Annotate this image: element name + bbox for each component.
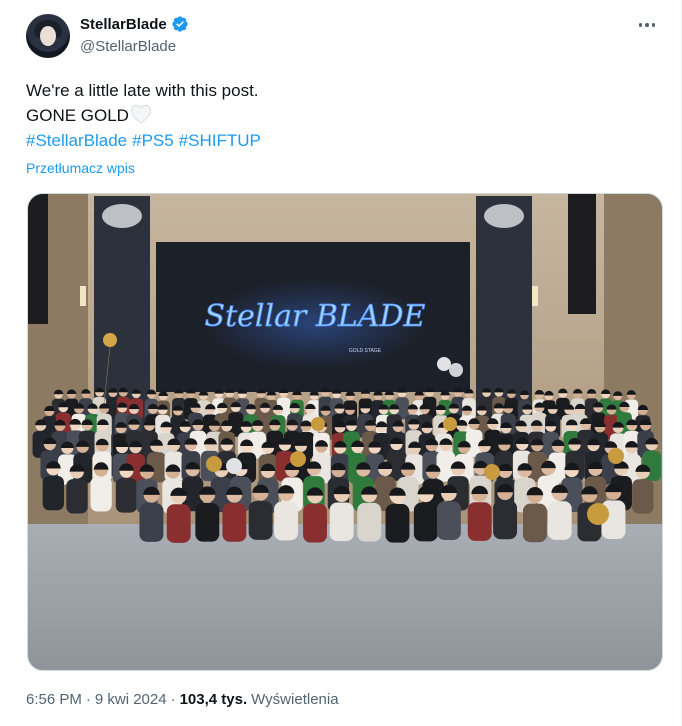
person-body xyxy=(166,504,191,543)
person-body xyxy=(493,500,518,540)
hashtags: #StellarBlade #PS5 #SHIFTUP xyxy=(26,128,646,153)
tweet-line-2: GONE GOLD xyxy=(26,103,646,128)
screen-subtitle: GOLD STAGE xyxy=(349,348,382,354)
tweet-time[interactable]: 6:56 PM xyxy=(26,691,82,708)
verified-badge-icon xyxy=(172,16,188,32)
author-name-row: StellarBlade xyxy=(80,15,189,33)
person-body xyxy=(248,501,273,540)
tweet-text: We're a little late with this post. GONE… xyxy=(26,78,646,153)
person-body xyxy=(436,501,461,540)
meta-separator: · xyxy=(85,691,91,708)
tweet-photo[interactable]: Stellar BLADE GOLD STAGE xyxy=(27,193,663,671)
hashtag-ps5[interactable]: #PS5 xyxy=(132,131,174,150)
tweet-card: StellarBlade @StellarBlade We're a littl… xyxy=(0,0,682,726)
hashtag-stellarblade[interactable]: #StellarBlade xyxy=(26,131,127,150)
person-body xyxy=(632,479,654,514)
person-body xyxy=(195,502,220,542)
meta-separator-2: · xyxy=(170,691,176,708)
tweet-line-1: We're a little late with this post. xyxy=(26,81,259,100)
group-photo-illustration: Stellar BLADE GOLD STAGE xyxy=(28,194,662,670)
avatar[interactable] xyxy=(26,14,70,58)
person-body xyxy=(329,502,354,542)
person-body xyxy=(90,477,112,512)
person-body xyxy=(413,502,438,542)
person-body xyxy=(303,503,327,543)
tweet-date[interactable]: 9 kwi 2024 xyxy=(95,691,167,708)
person-body xyxy=(547,501,572,540)
person-body xyxy=(274,501,299,541)
author-display-name[interactable]: StellarBlade xyxy=(80,16,167,33)
white-heart-icon xyxy=(130,104,151,124)
person-body xyxy=(522,503,547,543)
tweet-line-2-text: GONE GOLD xyxy=(26,106,129,125)
tweet-meta: 6:56 PM · 9 kwi 2024 · 103,4 tys. Wyświe… xyxy=(26,691,339,708)
translate-post-link[interactable]: Przetłumacz wpis xyxy=(26,160,135,176)
person-body xyxy=(42,475,64,511)
screen-logo: Stellar BLADE xyxy=(205,299,426,334)
more-dots-icon xyxy=(638,23,643,27)
views-count: 103,4 tys. xyxy=(179,691,248,708)
person-body xyxy=(357,502,382,542)
more-dot xyxy=(651,23,656,27)
author-handle[interactable]: @StellarBlade xyxy=(80,38,176,55)
hashtag-shiftup[interactable]: #SHIFTUP xyxy=(179,131,261,150)
person-body xyxy=(115,478,138,513)
views-label: Wyświetlenia xyxy=(251,691,339,708)
person-body xyxy=(139,503,164,542)
person-body xyxy=(467,502,492,541)
person-body xyxy=(66,479,88,514)
person-body xyxy=(385,504,410,543)
avatar-face xyxy=(40,26,56,46)
more-options-button[interactable] xyxy=(633,14,661,36)
person-body xyxy=(222,503,247,542)
more-dot xyxy=(645,23,649,27)
